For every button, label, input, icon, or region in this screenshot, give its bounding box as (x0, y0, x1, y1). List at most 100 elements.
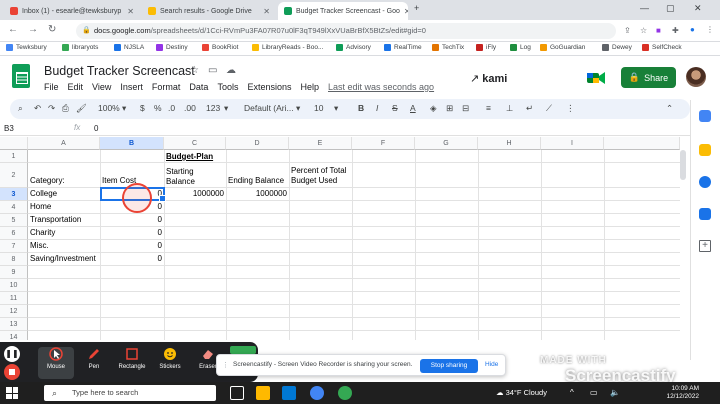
menu-extensions[interactable]: Extensions (247, 82, 291, 92)
keep-icon[interactable] (699, 144, 711, 156)
bookmark-star-icon[interactable]: ☆ (640, 26, 647, 35)
font-select[interactable]: Default (Ari... (244, 103, 294, 113)
mail-icon[interactable] (282, 386, 296, 400)
tray-chevron-icon[interactable]: ^ (570, 388, 574, 397)
volume-icon[interactable]: 🔈 (610, 388, 620, 397)
zoom-select[interactable]: 100% (98, 103, 120, 113)
kami-button[interactable]: ↗ kami (470, 72, 507, 85)
stickers-tool[interactable]: Stickers (152, 347, 188, 379)
cell-a7[interactable]: Misc. (28, 241, 51, 251)
row-header-8[interactable]: 8 (0, 253, 28, 266)
more-tools-tab[interactable] (230, 346, 256, 354)
cell-b7[interactable]: 0 (100, 241, 164, 251)
column-header-c[interactable]: C (164, 137, 226, 150)
cell-b6[interactable]: 0 (100, 228, 164, 238)
undo-icon[interactable]: ↶ (34, 103, 41, 114)
cell-d3[interactable]: 1000000 (226, 189, 289, 199)
column-header-i[interactable]: I (541, 137, 604, 150)
merge-cells-icon[interactable]: ⊟ (462, 103, 469, 114)
tab-budget-tracker[interactable]: Budget Tracker Screencast - Goo ✕ (278, 2, 408, 20)
bookmark-log[interactable]: Log (510, 44, 531, 51)
minimize-icon[interactable]: — (640, 3, 649, 13)
chevron-down-icon[interactable]: ▾ (334, 103, 338, 114)
column-header-a[interactable]: A (28, 137, 100, 150)
file-explorer-icon[interactable] (256, 386, 270, 400)
increase-decimal-button[interactable]: .00 (184, 103, 196, 113)
text-wrap-icon[interactable]: ↵ (526, 103, 533, 114)
menu-data[interactable]: Data (189, 82, 208, 92)
network-icon[interactable]: ▭ (590, 388, 598, 397)
row-header-2[interactable]: 2 (0, 163, 28, 188)
weather-widget[interactable]: ☁ 34°F Cloudy (496, 388, 547, 397)
row-header-1[interactable]: 1 (0, 150, 28, 163)
strikethrough-button[interactable]: S (392, 103, 398, 113)
row-header-6[interactable]: 6 (0, 227, 28, 240)
menu-edit[interactable]: Edit (68, 82, 84, 92)
taskbar-clock[interactable]: 10:09 AM 12/12/2022 (655, 385, 699, 401)
select-all-corner[interactable] (0, 137, 28, 150)
move-folder-icon[interactable]: ▭ (208, 65, 217, 76)
column-header-d[interactable]: D (226, 137, 289, 150)
close-tab-icon[interactable]: ✕ (259, 7, 270, 16)
cell-a3[interactable]: College (28, 189, 59, 199)
text-color-button[interactable]: A (410, 103, 416, 113)
forward-icon[interactable]: → (28, 24, 38, 35)
bookmark-njsla[interactable]: NJSLA (114, 44, 144, 51)
windows-start-icon[interactable] (6, 387, 18, 399)
horizontal-align-icon[interactable]: ≡ (486, 103, 491, 113)
close-tab-icon[interactable]: ✕ (123, 7, 134, 16)
rectangle-tool[interactable]: Rectangle (114, 347, 150, 379)
print-icon[interactable]: ⎙ (62, 103, 69, 114)
extension-k-icon[interactable]: ■ (656, 26, 661, 35)
name-box[interactable]: B3 (4, 124, 14, 133)
row-header-13[interactable]: 13 (0, 318, 28, 331)
mouse-tool[interactable]: Mouse (38, 347, 74, 379)
row-header-14[interactable]: 14 (0, 331, 28, 340)
more-icon[interactable]: ⋮ (566, 103, 575, 114)
cloud-status-icon[interactable]: ☁ (226, 65, 236, 76)
spreadsheet-grid[interactable]: A B C D E F G H I 1 2 3 4 5 6 7 8 9 10 1… (0, 137, 680, 340)
cell-a2[interactable]: Category: (28, 176, 67, 186)
currency-format-button[interactable]: $ (140, 103, 145, 113)
vertical-scrollbar[interactable] (680, 150, 686, 180)
close-tab-icon[interactable]: ✕ (400, 7, 408, 16)
column-header-f[interactable]: F (352, 137, 415, 150)
cell-d2[interactable]: Ending Balance (226, 176, 286, 186)
cell-c2-line1[interactable]: Starting (164, 167, 196, 177)
cell-a6[interactable]: Charity (28, 228, 57, 238)
close-window-icon[interactable]: ✕ (694, 3, 702, 14)
menu-insert[interactable]: Insert (120, 82, 143, 92)
menu-view[interactable]: View (92, 82, 111, 92)
formula-input[interactable]: 0 (94, 124, 98, 133)
menu-file[interactable]: File (44, 82, 59, 92)
reload-icon[interactable]: ↻ (48, 24, 56, 35)
collapse-menus-icon[interactable]: ⌃ (666, 103, 673, 114)
vertical-align-icon[interactable]: ⊥ (506, 103, 513, 114)
task-view-icon[interactable] (230, 386, 244, 400)
chrome-taskbar-icon[interactable] (310, 386, 324, 400)
maximize-icon[interactable]: ▢ (666, 3, 675, 14)
bookmark-selfcheck[interactable]: SelfCheck (642, 44, 682, 51)
bookmark-tewksbury[interactable]: Tewksbury (6, 44, 47, 51)
chrome-profile-taskbar-icon[interactable] (338, 386, 352, 400)
fill-color-icon[interactable]: ◈ (430, 103, 437, 114)
tasks-icon[interactable] (699, 176, 711, 188)
font-size-input[interactable]: 10 (314, 103, 323, 113)
cell-c1[interactable]: Budget-Plan (164, 152, 215, 162)
column-header-b[interactable]: B (100, 137, 164, 150)
bookmark-dewey[interactable]: Dewey (602, 44, 632, 51)
add-on-plus-icon[interactable]: + (699, 240, 711, 252)
row-header-3[interactable]: 3 (0, 188, 28, 201)
bookmark-techtix[interactable]: TechTix (432, 44, 464, 51)
calendar-icon[interactable] (699, 110, 711, 122)
column-header-j[interactable] (604, 137, 680, 150)
stop-sharing-button[interactable]: Stop sharing (420, 359, 478, 373)
bookmark-advisory[interactable]: Advisory (336, 44, 371, 51)
back-icon[interactable]: ← (8, 24, 18, 35)
avatar[interactable] (686, 67, 706, 87)
star-icon[interactable]: ☆ (190, 65, 199, 76)
row-header-10[interactable]: 10 (0, 279, 28, 292)
cell-e2-line2[interactable]: Budget Used (289, 176, 339, 186)
share-button[interactable]: 🔒 Share (621, 67, 676, 88)
row-header-4[interactable]: 4 (0, 201, 28, 214)
